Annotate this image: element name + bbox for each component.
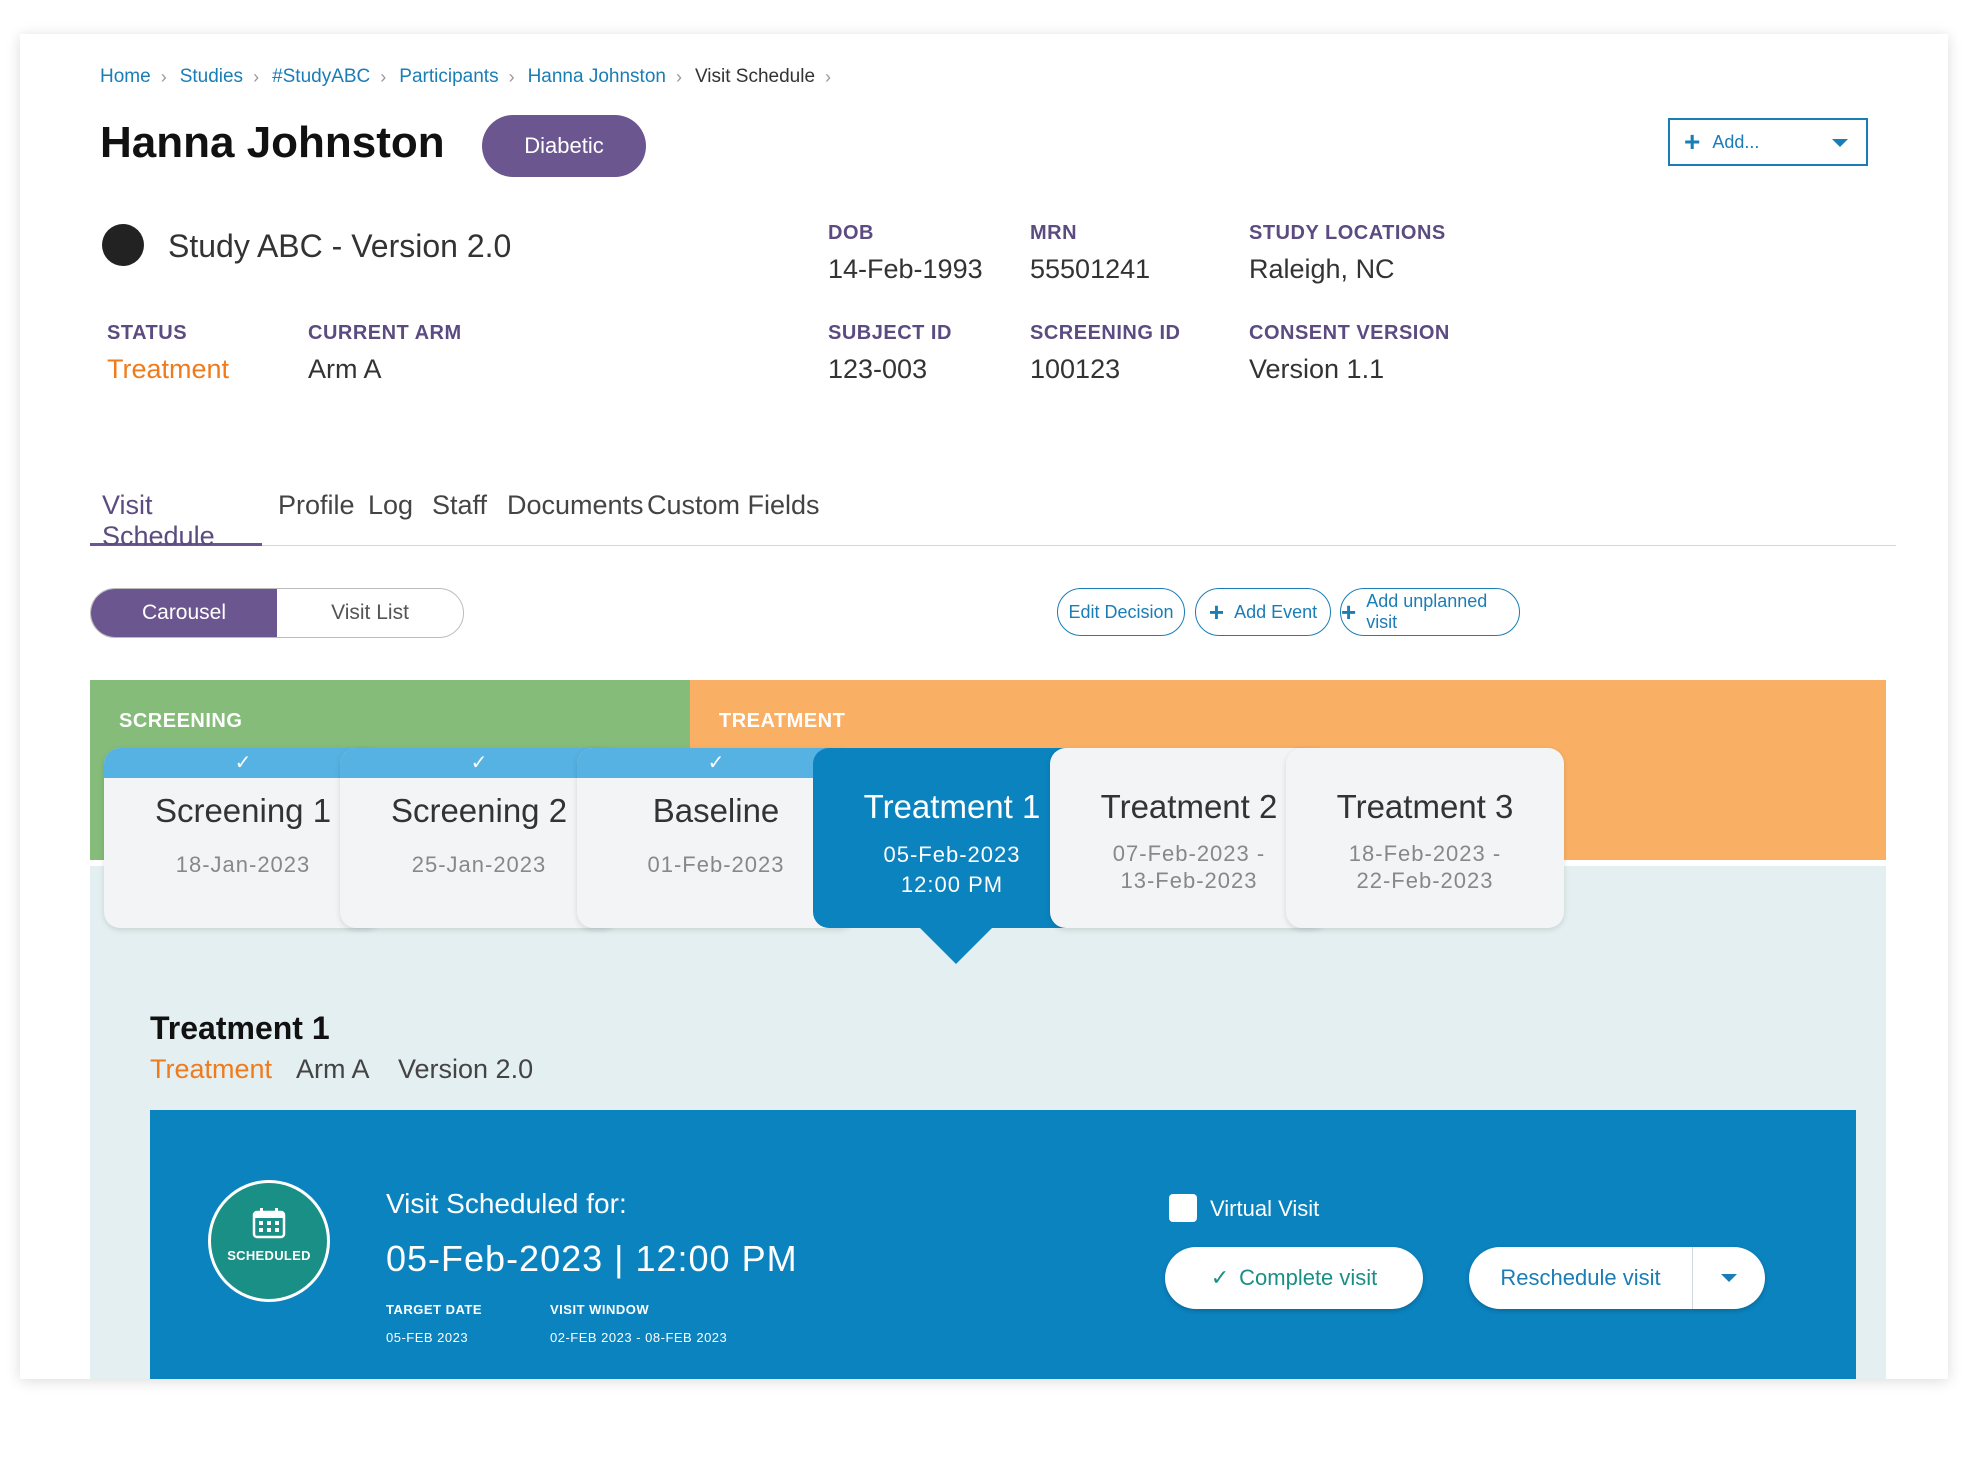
visit-name: Treatment 3 <box>1336 788 1514 825</box>
view-toggle: Carousel Visit List <box>90 588 464 638</box>
virtual-visit-label[interactable]: Virtual Visit <box>1210 1196 1319 1222</box>
visit-scheduled-datetime: 05-Feb-2023 | 12:00 PM <box>386 1238 798 1279</box>
participant-card: Home › Studies › #StudyABC › Participant… <box>20 34 1948 1379</box>
dob-value: 14-Feb-1993 <box>828 254 983 284</box>
toggle-carousel[interactable]: Carousel <box>91 589 277 637</box>
scheduled-badge-label: SCHEDULED <box>227 1248 311 1263</box>
chevron-right-icon: › <box>253 66 260 87</box>
breadcrumb-home[interactable]: Home <box>100 66 151 88</box>
add-button-label: Add... <box>1712 131 1760 152</box>
tab-visit-schedule[interactable]: Visit Schedule <box>90 490 262 551</box>
plus-icon: + <box>1341 597 1357 627</box>
current-arm-label: CURRENT ARM <box>308 322 462 344</box>
check-icon: ✓ <box>1210 1265 1230 1290</box>
screening-id-label: SCREENING ID <box>1030 322 1181 344</box>
breadcrumb-participant[interactable]: Hanna Johnston <box>528 66 666 88</box>
visit-card-treatment-3[interactable]: Treatment 3 18-Feb-2023 - 22-Feb-2023 <box>1286 748 1564 928</box>
caret-down-icon <box>1832 139 1848 147</box>
mrn-label: MRN <box>1030 222 1078 244</box>
target-date-label: TARGET DATE <box>386 1302 483 1317</box>
breadcrumb-studies[interactable]: Studies <box>180 66 243 88</box>
visit-date-range: 18-Feb-2023 - 22-Feb-2023 <box>1286 840 1564 894</box>
study-locations-value: Raleigh, NC <box>1249 254 1395 284</box>
breadcrumb-current: Visit Schedule <box>694 66 816 87</box>
visit-detail-title: Treatment 1 <box>150 1010 330 1046</box>
add-unplanned-visit-button[interactable]: + Add unplanned visit <box>1340 588 1520 636</box>
study-name: Study ABC - Version 2.0 <box>168 228 512 264</box>
visit-detail-version: Version 2.0 <box>398 1054 534 1084</box>
breadcrumb-study[interactable]: #StudyABC <box>272 66 370 88</box>
visit-scheduled-heading: Visit Scheduled for: <box>386 1188 627 1219</box>
edit-decision-label: Edit Decision <box>1068 601 1174 622</box>
condition-tag: Diabetic <box>482 115 646 177</box>
reschedule-visit-split-button: Reschedule visit <box>1469 1247 1765 1309</box>
edit-decision-button[interactable]: Edit Decision <box>1057 588 1185 636</box>
caret-down-icon <box>1721 1274 1737 1282</box>
status-label: STATUS <box>107 322 188 344</box>
add-event-label: Add Event <box>1234 601 1318 622</box>
add-dropdown-button[interactable]: + Add... <box>1668 118 1868 166</box>
tab-log[interactable]: Log <box>356 490 425 546</box>
subject-id-value: 123-003 <box>828 354 928 384</box>
breadcrumb-participants[interactable]: Participants <box>399 66 498 88</box>
complete-visit-button[interactable]: ✓ Complete visit <box>1165 1247 1423 1309</box>
chevron-right-icon: › <box>675 66 682 87</box>
tab-staff[interactable]: Staff <box>420 490 499 546</box>
chevron-right-icon: › <box>160 66 167 87</box>
visit-date-start: 18-Feb-2023 - <box>1348 841 1502 866</box>
complete-visit-label: Complete visit <box>1239 1265 1378 1290</box>
reschedule-visit-button[interactable]: Reschedule visit <box>1469 1247 1693 1309</box>
subject-id-label: SUBJECT ID <box>828 322 952 344</box>
tab-profile[interactable]: Profile <box>266 490 367 546</box>
visit-detail-arm: Arm A <box>296 1054 370 1084</box>
breadcrumb: Home › Studies › #StudyABC › Participant… <box>100 66 844 88</box>
screening-id-value: 100123 <box>1030 354 1121 384</box>
target-date-value: 05-FEB 2023 <box>386 1330 469 1345</box>
virtual-visit-checkbox[interactable] <box>1169 1194 1197 1222</box>
visit-window-label: VISIT WINDOW <box>550 1302 650 1317</box>
add-unplanned-visit-label: Add unplanned visit <box>1366 591 1488 632</box>
current-arm-value: Arm A <box>308 354 382 384</box>
study-locations-label: STUDY LOCATIONS <box>1249 222 1446 244</box>
calendar-icon <box>211 1207 327 1244</box>
tab-bar: Visit Schedule Profile Log Staff Documen… <box>90 490 1896 551</box>
consent-version-value: Version 1.1 <box>1249 354 1385 384</box>
chevron-right-icon: › <box>508 66 515 87</box>
dob-label: DOB <box>828 222 874 244</box>
visit-schedule-panel: SCHEDULED Visit Scheduled for: 05-Feb-20… <box>150 1110 1856 1379</box>
toggle-visit-list[interactable]: Visit List <box>277 589 463 637</box>
mrn-value: 55501241 <box>1030 254 1151 284</box>
plus-icon: + <box>1684 126 1701 157</box>
add-event-button[interactable]: + Add Event <box>1195 588 1331 636</box>
visit-window-value: 02-FEB 2023 - 08-FEB 2023 <box>550 1330 728 1345</box>
visit-detail-phase: Treatment <box>150 1054 273 1084</box>
page-title: Hanna Johnston <box>100 118 445 167</box>
scheduled-badge: SCHEDULED <box>208 1180 330 1302</box>
selected-pointer <box>920 928 992 964</box>
treatment-phase-label: TREATMENT <box>719 710 846 732</box>
chevron-right-icon: › <box>380 66 387 87</box>
tab-custom-fields[interactable]: Custom Fields <box>635 490 832 546</box>
screening-phase-label: SCREENING <box>119 710 243 732</box>
visit-date-end: 22-Feb-2023 <box>1356 868 1494 893</box>
chevron-right-icon: › <box>825 66 832 87</box>
tab-documents[interactable]: Documents <box>495 490 656 546</box>
status-value: Treatment <box>107 354 230 384</box>
study-status-dot <box>102 224 144 266</box>
plus-icon: + <box>1208 597 1225 627</box>
reschedule-dropdown-toggle[interactable] <box>1693 1274 1765 1282</box>
consent-version-label: CONSENT VERSION <box>1249 322 1450 344</box>
